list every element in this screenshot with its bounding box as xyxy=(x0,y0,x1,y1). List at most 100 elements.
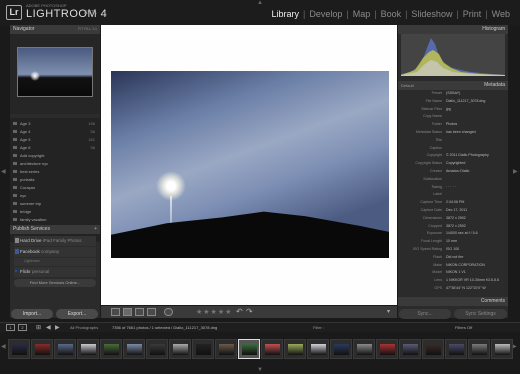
collection-item[interactable]: summer trip xyxy=(13,201,97,207)
module-slideshow[interactable]: Slideshow xyxy=(411,9,452,19)
metadata-row[interactable]: Copyright © 2011 Diallo Photography xyxy=(400,153,506,159)
module-library[interactable]: Library xyxy=(271,9,299,19)
module-book[interactable]: Book xyxy=(381,9,402,19)
toolbar-menu-icon[interactable]: ▾ xyxy=(387,308,390,315)
zoom-1-1[interactable]: 1:1 xyxy=(92,27,97,31)
metadata-row[interactable]: File Name Diallo_111217_3078.dng xyxy=(400,99,506,105)
comments-header[interactable]: Comments xyxy=(398,297,508,306)
navigator-header[interactable]: Navigator FIT FILL 1:1 xyxy=(10,25,100,34)
page-2-button[interactable]: 2 xyxy=(18,324,27,331)
metadata-row[interactable]: Sublocation xyxy=(400,177,506,183)
metadata-row[interactable]: Title xyxy=(400,138,506,144)
filmstrip-thumbnail[interactable] xyxy=(100,339,122,359)
metadata-preset-select[interactable]: Default xyxy=(401,83,414,88)
bottom-panel-toggle-icon[interactable]: ▼ xyxy=(257,367,263,373)
filmstrip-thumbnail[interactable] xyxy=(261,339,283,359)
grid-icon[interactable]: ⊞ xyxy=(36,324,41,331)
metadata-row[interactable]: Creator Amadou Diallo xyxy=(400,169,506,175)
filmstrip-thumbnail[interactable] xyxy=(376,339,398,359)
histogram-header[interactable]: Histogram xyxy=(398,25,508,34)
filmstrip-thumbnail[interactable] xyxy=(123,339,145,359)
filmstrip-thumbnail[interactable] xyxy=(54,339,76,359)
module-map[interactable]: Map xyxy=(353,9,371,19)
metadata-row[interactable]: Dimensions 3872 x 2592 xyxy=(400,216,506,222)
collection-item[interactable]: Age 6 96 xyxy=(13,145,97,151)
sync-settings-button[interactable]: Sync Settings xyxy=(454,309,507,319)
collection-item[interactable]: Add copyright xyxy=(13,153,97,159)
filmstrip-thumbnail[interactable] xyxy=(192,339,214,359)
metadata-row[interactable]: ISO Speed Rating ISO 100 xyxy=(400,247,506,253)
filmstrip-thumbnail[interactable] xyxy=(8,339,30,359)
metadata-header[interactable]: Default Metadata xyxy=(398,81,508,90)
right-panel-toggle-icon[interactable]: ▶ xyxy=(513,169,518,175)
metadata-row[interactable]: Sidecar Files jpg xyxy=(400,107,506,113)
publish-service-collection[interactable]: Lightroom xyxy=(14,258,96,266)
collection-item[interactable]: nyc xyxy=(13,193,97,199)
module-web[interactable]: Web xyxy=(492,9,510,19)
rating-stars[interactable]: ★★★★★ xyxy=(196,308,232,316)
metadata-row[interactable]: Model NIKON 1 V1 xyxy=(400,270,506,276)
module-develop[interactable]: Develop xyxy=(309,9,342,19)
publish-service-flickr[interactable]: Flickr personal xyxy=(14,267,96,277)
filmstrip-thumbnail[interactable] xyxy=(284,339,306,359)
filmstrip-thumbnail[interactable] xyxy=(422,339,444,359)
navigator-thumbnail[interactable] xyxy=(17,47,93,97)
filmstrip-thumbnail[interactable] xyxy=(238,339,260,359)
metadata-row[interactable]: Preset (SDBAY) xyxy=(400,91,506,97)
filmstrip-thumbnail[interactable] xyxy=(330,339,352,359)
source-label[interactable]: All Photographs xyxy=(70,325,98,330)
filmstrip-thumbnail[interactable] xyxy=(31,339,53,359)
metadata-row[interactable]: Folder Photos xyxy=(400,122,506,128)
top-panel-toggle-icon[interactable]: ▲ xyxy=(257,0,263,6)
loupe-view-icon[interactable] xyxy=(123,308,132,316)
zoom-fit[interactable]: FIT xyxy=(78,27,83,31)
metadata-row[interactable]: Copyright Status Copyrighted xyxy=(400,161,506,167)
metadata-row[interactable]: Capture Date Dec 17, 2011 xyxy=(400,208,506,214)
collection-item[interactable]: Age 3 196 xyxy=(13,121,97,127)
left-panel-toggle-icon[interactable]: ◀ xyxy=(1,169,6,175)
find-more-services-button[interactable]: Find More Services Online... xyxy=(14,279,96,287)
main-photo[interactable] xyxy=(111,71,389,258)
filmstrip-thumbnail[interactable] xyxy=(353,339,375,359)
collection-item[interactable]: Curaçao xyxy=(13,185,97,191)
metadata-row[interactable]: Label xyxy=(400,192,506,198)
module-print[interactable]: Print xyxy=(463,9,482,19)
import-button[interactable]: Import... xyxy=(11,309,53,319)
filters-off-select[interactable]: Filters Off xyxy=(455,325,472,330)
filmstrip-thumbnail[interactable] xyxy=(146,339,168,359)
zoom-fill[interactable]: FILL xyxy=(84,27,91,31)
grid-view-icon[interactable] xyxy=(111,308,120,316)
rotate-left-icon[interactable]: ↶ xyxy=(236,307,243,316)
metadata-row[interactable]: Cropped 3872 x 2592 xyxy=(400,224,506,230)
page-1-button[interactable]: 1 xyxy=(6,324,15,331)
metadata-row[interactable]: Rating · · · · · xyxy=(400,185,506,191)
metadata-row[interactable]: Metadata Status has been changed xyxy=(400,130,506,136)
metadata-row[interactable]: Focal Length 10 mm xyxy=(400,239,506,245)
filmstrip-thumbnail[interactable] xyxy=(491,339,513,359)
filmstrip-thumbnail[interactable] xyxy=(468,339,490,359)
metadata-row[interactable]: Caption xyxy=(400,146,506,152)
survey-view-icon[interactable] xyxy=(147,308,156,316)
filmstrip-thumbnail[interactable] xyxy=(307,339,329,359)
filmstrip-thumbnail[interactable] xyxy=(169,339,191,359)
metadata-row[interactable]: Copy Name xyxy=(400,114,506,120)
collection-item[interactable]: family vacation xyxy=(13,217,97,223)
metadata-row[interactable]: Lens 1 NIKKOR VR 10-30mm f/3.5-5.6 xyxy=(400,278,506,284)
forward-arrow-icon[interactable]: ▶ xyxy=(55,324,60,331)
filmstrip-thumbnail[interactable] xyxy=(215,339,237,359)
collection-item[interactable]: bridge xyxy=(13,209,97,215)
compare-view-icon[interactable] xyxy=(135,308,144,316)
metadata-row[interactable]: GPS 47°36'44" N 122°20'0" W xyxy=(400,286,506,292)
metadata-row[interactable]: Capture Time 2:34:06 PM xyxy=(400,200,506,206)
sync-button[interactable]: Sync... xyxy=(399,309,451,319)
filmstrip-thumbnail[interactable] xyxy=(445,339,467,359)
collection-item[interactable]: Age 4 56 xyxy=(13,129,97,135)
export-button[interactable]: Export... xyxy=(56,309,98,319)
people-view-icon[interactable] xyxy=(164,308,173,316)
publish-service-facebook[interactable]: Facebook company xyxy=(14,247,96,257)
collection-item[interactable]: best series xyxy=(13,169,97,175)
histogram[interactable] xyxy=(401,34,505,76)
publish-service-hard-drive[interactable]: Hard Drive iPad Family Photos xyxy=(14,236,96,246)
collection-item[interactable]: Age 5 161 xyxy=(13,137,97,143)
metadata-row[interactable]: Exposure 1/4000 sec at f / 5.6 xyxy=(400,231,506,237)
